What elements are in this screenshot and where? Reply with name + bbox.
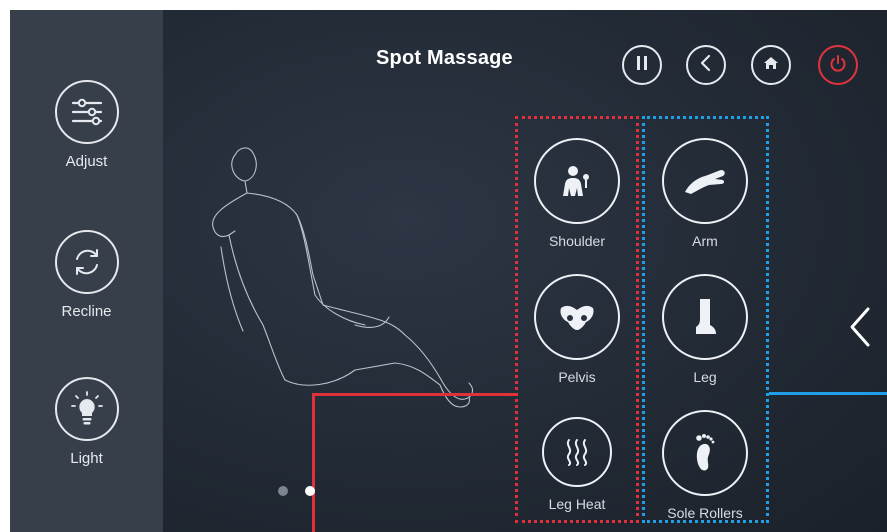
adjust-button[interactable]: Adjust	[10, 80, 163, 170]
arm-icon	[662, 138, 748, 224]
leg-boot-icon	[662, 274, 748, 360]
power-icon	[829, 54, 847, 77]
shoulder-button[interactable]: Shoulder	[517, 138, 637, 249]
pelvis-button[interactable]: Pelvis	[517, 274, 637, 385]
arm-label: Arm	[692, 233, 718, 249]
light-button[interactable]: Light	[10, 377, 163, 467]
massage-chair-screen: Adjust Recline Light Spot Massage Should…	[10, 10, 887, 532]
sliders-icon	[54, 80, 119, 144]
chevron-left-icon	[699, 54, 713, 77]
pause-icon	[635, 55, 649, 76]
pelvis-icon	[534, 274, 620, 360]
chevron-left-icon	[846, 307, 876, 353]
leg-button[interactable]: Leg	[645, 274, 765, 385]
leg-heat-button[interactable]: Leg Heat	[517, 417, 637, 512]
back-button[interactable]	[686, 45, 726, 85]
sole-rollers-button[interactable]: Sole Rollers	[645, 410, 765, 521]
light-label: Light	[70, 450, 103, 467]
arm-button[interactable]: Arm	[645, 138, 765, 249]
recline-arrows-icon	[54, 230, 119, 294]
shoulder-icon	[534, 138, 620, 224]
heat-waves-icon	[542, 417, 612, 487]
pause-button[interactable]	[622, 45, 662, 85]
next-page-arrow[interactable]	[846, 305, 886, 355]
leg-label: Leg	[693, 369, 717, 385]
foot-icon	[662, 410, 748, 496]
shoulder-label: Shoulder	[548, 233, 606, 249]
power-button[interactable]	[818, 45, 858, 85]
adjust-label: Adjust	[65, 153, 108, 170]
recline-label: Recline	[61, 303, 112, 320]
home-icon	[763, 56, 779, 75]
body-outline-illustration	[212, 147, 474, 408]
page-dot-2-active[interactable]	[305, 486, 315, 496]
page-dot-1[interactable]	[278, 486, 288, 496]
sidebar: Adjust Recline Light	[10, 10, 163, 532]
home-button[interactable]	[751, 45, 791, 85]
recline-button[interactable]: Recline	[10, 230, 163, 320]
sole-rollers-label: Sole Rollers	[667, 505, 743, 521]
red-connector-line	[312, 393, 515, 532]
pelvis-label: Pelvis	[558, 369, 596, 385]
leg-heat-label: Leg Heat	[548, 496, 606, 512]
blue-connector-line	[769, 392, 887, 395]
lightbulb-icon	[54, 377, 119, 441]
page-title: Spot Massage	[376, 47, 513, 69]
